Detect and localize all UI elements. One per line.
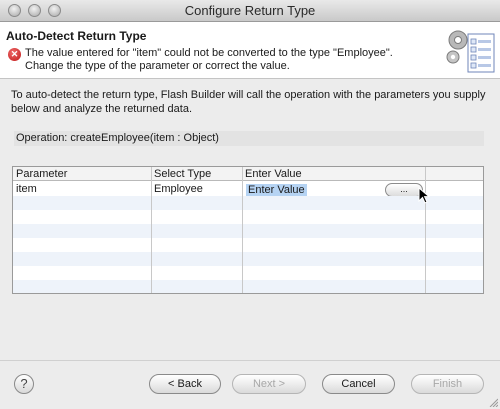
empty-row [13,280,483,293]
empty-row [13,252,483,266]
wizard-header: Auto-Detect Return Type ✕ The value ente… [0,22,500,79]
cell-select-type[interactable]: Employee [151,182,203,196]
empty-row [13,238,483,252]
wizard-banner-icon [446,30,495,73]
zoom-window-button[interactable] [48,4,61,17]
error-message: The value entered for "item" could not b… [25,47,393,72]
table-header: Parameter Select Type Enter Value [13,167,483,181]
empty-row [13,210,483,224]
operation-label: Operation: createEmployee(item : Object) [14,131,484,146]
title-bar: Configure Return Type [0,0,500,22]
window-title: Configure Return Type [184,3,316,18]
column-header-select-type[interactable]: Select Type [151,167,242,181]
empty-row [13,266,483,280]
error-icon: ✕ [8,48,21,61]
footer-divider [0,360,500,361]
parameters-table: Parameter Select Type Enter Value item E… [12,166,484,294]
empty-row [13,196,483,210]
page-title: Auto-Detect Return Type [6,29,147,43]
back-button[interactable]: < Back [149,374,221,394]
resize-grip-icon[interactable] [488,397,498,407]
configure-return-type-dialog: Configure Return Type Auto-Detect Return… [0,0,500,409]
minimize-window-button[interactable] [28,4,41,17]
cancel-button[interactable]: Cancel [322,374,395,394]
next-button[interactable]: Next > [232,374,306,394]
column-divider [242,167,243,293]
description-text: To auto-detect the return type, Flash Bu… [11,89,486,115]
finish-button[interactable]: Finish [411,374,484,394]
empty-row [13,224,483,238]
column-divider [151,167,152,293]
column-header-parameter[interactable]: Parameter [13,167,151,181]
column-header-enter-value[interactable]: Enter Value [242,167,425,181]
mouse-pointer-icon [418,187,431,204]
cell-parameter: item [16,183,37,195]
close-window-button[interactable] [8,4,21,17]
help-icon[interactable]: ? [14,374,34,394]
